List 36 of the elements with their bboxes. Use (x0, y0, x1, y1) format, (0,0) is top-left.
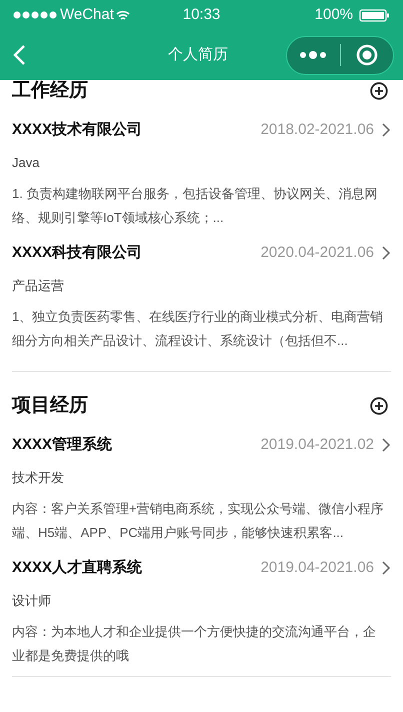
signal-icon (13, 11, 57, 19)
entry-period: 2020.04-2021.06 (260, 243, 374, 263)
status-time: 10:33 (182, 4, 222, 25)
add-icon (370, 397, 388, 415)
back-icon (13, 44, 26, 66)
entry-role: 设计师 (12, 592, 52, 610)
entry-period: 2019.04-2021.06 (260, 558, 374, 578)
entry-description: 内容：客户关系管理+营销电商系统，实现公众号端、微信小程序端、H5端、APP、PC端用户账号同步，能够快速积累客... (12, 500, 385, 542)
target-icon (356, 44, 378, 66)
entry-period: 2018.02-2021.06 (260, 120, 374, 140)
page-title: 个人简历 (168, 44, 228, 65)
entry-description: 1、独立负责医药零售、在线医疗行业的商业模式分析、电商营销细分方向相关产品设计、流程设计、系统设计（包括但不... (12, 308, 384, 350)
entry-period: 2019.04-2021.02 (260, 435, 374, 455)
carrier-label: WeChat (60, 4, 114, 25)
chevron-right-icon (382, 123, 391, 138)
entry-role: Java (12, 154, 40, 172)
entry-title: XXXX管理系统 (12, 435, 112, 455)
chevron-right-icon (382, 561, 391, 576)
section-title: 项目经历 (12, 394, 88, 418)
entry-role: 技术开发 (12, 468, 65, 486)
chevron-right-icon (382, 438, 391, 452)
wifi-icon (116, 10, 130, 20)
battery-percent: 100% (314, 4, 354, 25)
add-icon (370, 82, 388, 100)
entry-description: 1. 负责构建物联网平台服务，包括设备管理、协议网关、消息网络、规则引擎等IoT领域核心系统；... (12, 185, 378, 227)
add-button[interactable] (370, 82, 388, 100)
entry-title: XXXX人才直聘系统 (12, 558, 142, 578)
entry-title: XXXX技术有限公司 (12, 120, 142, 140)
more-icon (299, 50, 328, 60)
entry-role: 产品运营 (12, 276, 65, 294)
battery-icon (359, 8, 390, 22)
add-button[interactable] (370, 397, 388, 415)
chevron-right-icon (382, 246, 391, 260)
entry-title: XXXX科技有限公司 (12, 243, 142, 263)
entry-description: 内容：为本地人才和企业提供一个方便快捷的交流沟通平台，企业都是免费提供的哦 (12, 623, 377, 665)
section-title: 工作经历 (12, 78, 88, 103)
